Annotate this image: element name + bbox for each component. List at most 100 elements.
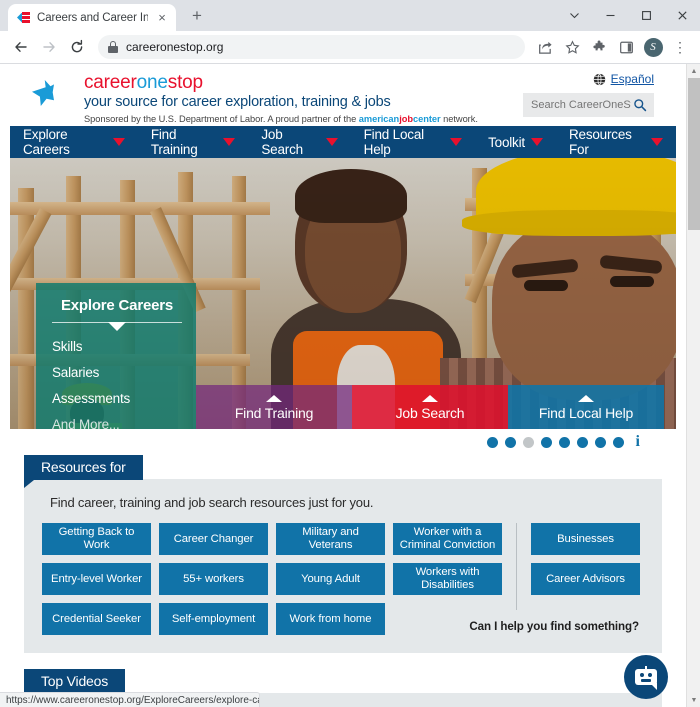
panel-divider [52,322,182,331]
nav-label: Resources For [568,127,632,157]
chevron-down-icon [223,138,236,146]
explore-careers-title: Explore Careers [60,297,174,314]
nav-label: Job Search [261,127,303,157]
carousel-pagination: i [10,429,676,455]
search-icon[interactable] [633,98,647,112]
resource-button[interactable]: Getting Back to Work [42,523,151,555]
page-scrollbar[interactable]: ▲ ▼ [686,64,700,707]
chevron-down-icon[interactable] [556,0,592,31]
chat-tooltip: Can I help you find something? [456,610,652,653]
scroll-up-icon[interactable]: ▲ [687,64,700,78]
sidepanel-icon[interactable] [614,35,638,59]
chevron-down-icon [325,138,338,146]
sponsor-line: Sponsored by the U.S. Department of Labo… [84,114,478,124]
nav-item-resources-for[interactable]: Resources For [556,126,676,158]
carousel-info-icon[interactable]: i [636,433,640,451]
ajc-center: center [412,114,441,125]
hero-tab-find-local-help[interactable]: Find Local Help [508,385,664,429]
site-logo[interactable]: careeronestop your source for career exp… [32,72,478,124]
resource-button[interactable]: 55+ workers [159,563,268,595]
carousel-dot[interactable] [504,436,516,448]
language-switcher[interactable]: Español [523,72,654,86]
resource-button[interactable]: Military and Veterans [276,523,385,555]
hero-tab-find-training[interactable]: Find Training [196,385,352,429]
hero-tab-label: Find Local Help [538,405,634,421]
sponsor-pre: Sponsored by the U.S. Department of Labo… [84,114,359,125]
forward-button[interactable] [36,34,62,60]
browser-toolbar: careeronestop.org S ⋮ [0,31,700,64]
browser-menu-icon[interactable]: ⋮ [668,35,692,59]
resource-button[interactable]: Businesses [531,523,640,555]
lock-icon [108,41,118,53]
window-controls [556,0,700,31]
carousel-dot[interactable] [486,436,498,448]
explore-link-skills[interactable]: Skills [52,339,182,354]
tab-title: Careers and Career Information - [37,11,148,24]
nav-item-job-search[interactable]: Job Search [248,126,350,158]
minimize-icon[interactable] [592,0,628,31]
address-bar[interactable]: careeronestop.org [98,35,525,59]
maximize-icon[interactable] [628,0,664,31]
explore-link-assessments[interactable]: Assessments [52,391,182,406]
scroll-down-icon[interactable]: ▼ [687,693,700,707]
section-header-wrap: Top Videos [24,669,662,694]
resource-button[interactable]: Career Changer [159,523,268,555]
carousel-dot-active[interactable] [522,436,534,448]
browser-tab[interactable]: Careers and Career Information - × [8,4,176,31]
resource-button[interactable]: Worker with a Criminal Conviction [393,523,502,555]
hero-tab-job-search[interactable]: Job Search [352,385,508,429]
nav-label: Find Local Help [363,127,424,157]
careeronestop-flag-icon [17,11,31,25]
resource-button[interactable]: Work from home [276,603,385,635]
globe-icon [593,73,605,86]
avatar: S [643,37,663,57]
brand-name: careeronestop [84,73,478,93]
bookmark-star-icon[interactable] [560,35,584,59]
resource-button[interactable]: Entry-level Worker [42,563,151,595]
url-text: careeronestop.org [126,40,224,54]
nav-item-toolkit[interactable]: Toolkit [475,126,556,158]
chat-bot-button[interactable] [624,655,668,699]
hero-explore-careers-panel[interactable]: Explore Careers Skills Salaries Assessme… [36,283,196,429]
share-icon[interactable] [533,35,557,59]
site-tagline: your source for career exploration, trai… [84,93,391,110]
new-tab-button[interactable]: + [186,5,208,27]
back-button[interactable] [8,34,34,60]
site-search[interactable] [523,93,654,117]
close-icon[interactable] [664,0,700,31]
chevron-down-icon [530,138,543,146]
scrollbar-thumb[interactable] [688,78,700,230]
browser-window: Careers and Career Information - × + [0,0,700,707]
extensions-puzzle-icon[interactable] [587,35,611,59]
carousel-dot[interactable] [576,436,588,448]
resource-button[interactable]: Self-employment [159,603,268,635]
top-videos-header: Top Videos [24,669,126,694]
sponsor-post: network. [440,114,478,125]
hero-tab-label: Job Search [395,405,465,421]
ajc-american: american [358,114,400,125]
explore-link-salaries[interactable]: Salaries [52,365,182,380]
ajc-job: job [399,114,413,125]
hero-carousel: Explore Careers Skills Salaries Assessme… [10,158,676,429]
resource-button[interactable]: Workers with Disabilities [393,563,502,595]
tab-strip: Careers and Career Information - × + [0,0,700,31]
search-input[interactable] [531,99,631,111]
carousel-dot[interactable] [612,436,624,448]
resource-button[interactable]: Career Advisors [531,563,640,595]
explore-link-and-more[interactable]: And More... [52,417,182,429]
carousel-dot[interactable] [594,436,606,448]
header-right: Español [523,72,654,117]
nav-item-explore-careers[interactable]: Explore Careers [10,126,138,158]
status-bar-url: https://www.careeronestop.org/ExploreCar… [0,692,260,707]
espanol-link[interactable]: Español [611,72,654,86]
nav-item-find-training[interactable]: Find Training [138,126,249,158]
resource-button[interactable]: Young Adult [276,563,385,595]
carousel-dot[interactable] [558,436,570,448]
nav-item-find-local-help[interactable]: Find Local Help [351,126,475,158]
reload-button[interactable] [64,34,90,60]
tab-close-icon[interactable]: × [154,11,170,24]
profile-avatar[interactable]: S [641,35,665,59]
triangle-up-icon [578,395,594,402]
resource-button[interactable]: Credential Seeker [42,603,151,635]
carousel-dot[interactable] [540,436,552,448]
